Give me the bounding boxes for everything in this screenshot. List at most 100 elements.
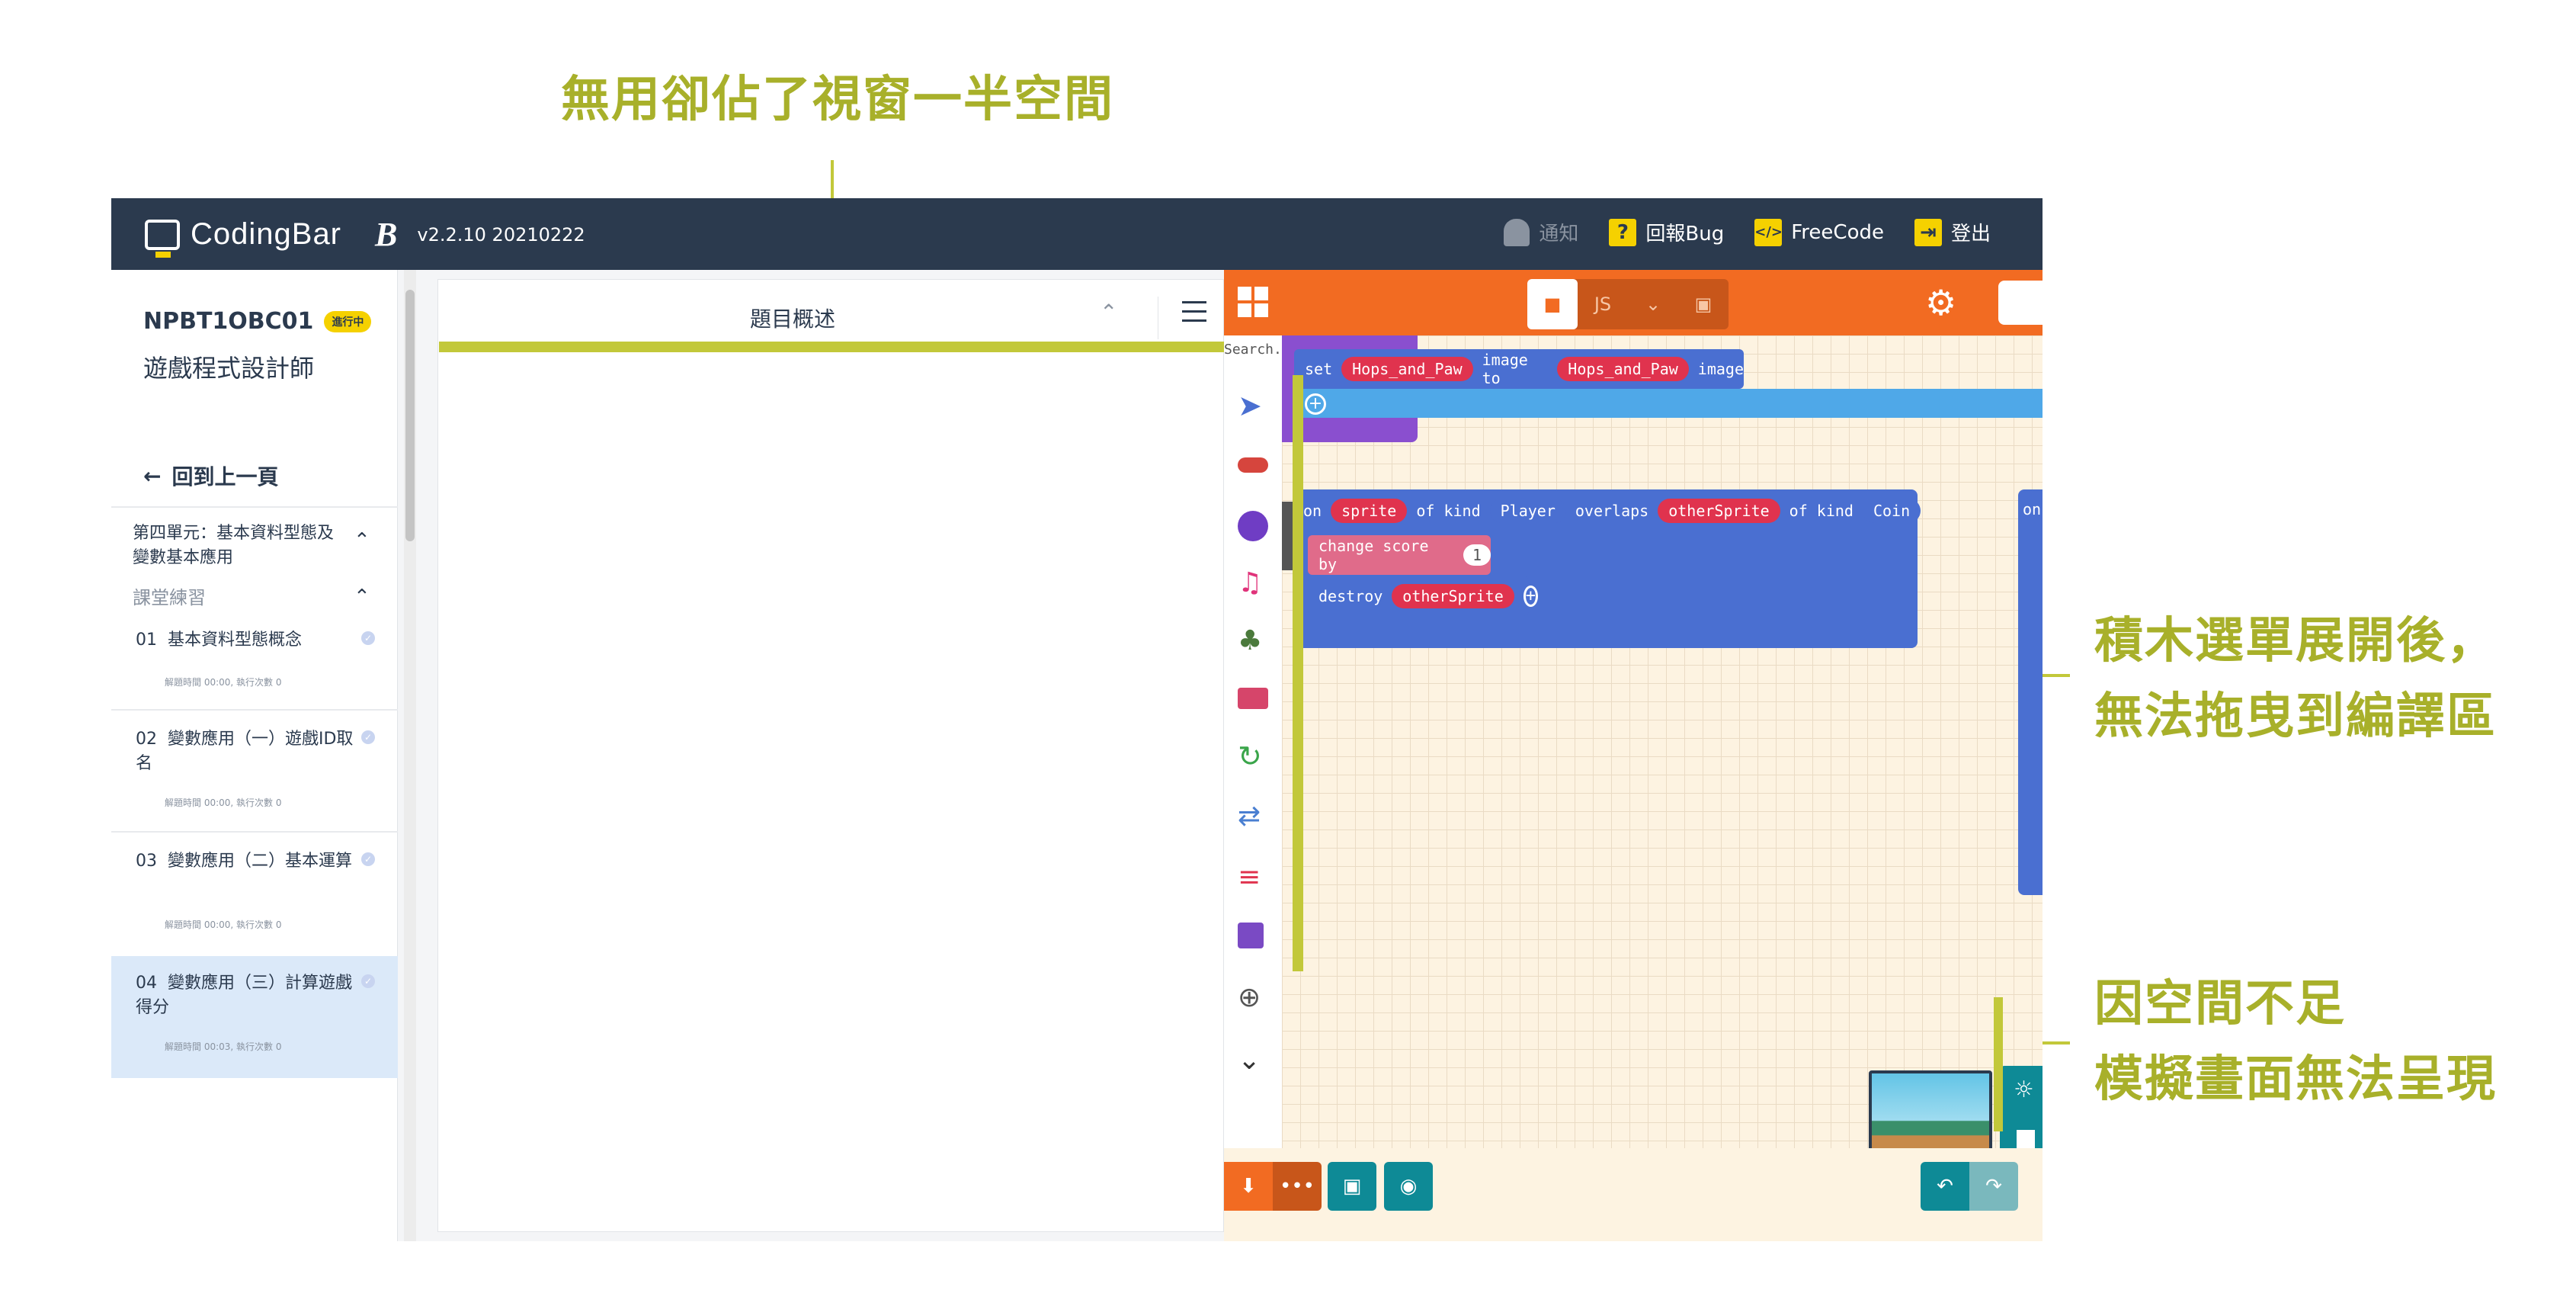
code-icon: </> [1754, 218, 1783, 246]
game-category-icon[interactable] [1238, 511, 1268, 541]
report-bug-label: 回報Bug [1645, 223, 1725, 245]
gear-icon[interactable]: ⚙ [1925, 282, 1956, 323]
chevron-up-icon[interactable]: ⌃ [1100, 300, 1117, 325]
notification-button[interactable]: 通知 [1504, 218, 1578, 246]
language-dropdown-button[interactable]: ⌄ [1628, 279, 1678, 329]
divider [111, 831, 398, 833]
course-code: NPBT1OBC01 進行中 [143, 308, 372, 335]
destroy-block[interactable]: destroy otherSprite + [1308, 576, 1538, 616]
lesson-meta: 解題時間 00:03, 執行次數 0 [165, 1041, 282, 1052]
kind-dropdown[interactable]: Player [1489, 499, 1566, 523]
bell-icon [1504, 218, 1530, 246]
home-grid-icon[interactable] [1238, 287, 1268, 317]
undo-button[interactable]: ↶ [1921, 1162, 1969, 1211]
more-button[interactable]: ••• [1273, 1162, 1322, 1211]
brand-logo[interactable]: CodingBar B v2.2.10 20210222 [145, 215, 585, 258]
image-icon: ▣ [1694, 294, 1713, 315]
change-score-block[interactable]: change score by 1 [1308, 535, 1491, 575]
divider [111, 506, 398, 508]
download-icon: ⬇ [1240, 1175, 1257, 1198]
chevron-up-icon[interactable]: ⌃ [354, 529, 370, 552]
block-footer-bar [1294, 389, 2043, 418]
game-simulator-preview[interactable] [1869, 1070, 1992, 1148]
toolbox-search-input[interactable]: Search... [1224, 342, 1299, 358]
other-sprite-pill[interactable]: otherSprite [1658, 499, 1780, 523]
scene-category-icon[interactable]: ♣ [1238, 625, 1268, 656]
question-icon: ? [1609, 218, 1637, 246]
partial-event-block[interactable]: on [2018, 489, 2043, 895]
lesson-name: 基本資料型態概念 [168, 631, 303, 650]
lesson-name: 變數應用（一）遊戲ID取名 [136, 730, 354, 773]
back-button[interactable]: ← 回到上一頁 [143, 460, 278, 491]
annotation-right-middle-line2: 無法拖曳到編譯區 [2094, 688, 2497, 746]
logout-icon: ⇥ [1914, 218, 1942, 246]
lesson-item-03[interactable]: 03 變數應用（二）基本運算 解題時間 00:00, 執行次數 0 ✓ [111, 834, 398, 955]
set-image-block[interactable]: set Hops_and_Paw image to Hops_and_Paw i… [1294, 349, 1744, 389]
math-category-icon[interactable] [1238, 923, 1264, 948]
save-icon: ▣ [1342, 1175, 1362, 1198]
freecode-button[interactable]: </> FreeCode [1754, 218, 1884, 246]
lesson-title: 03 變數應用（二）基本運算 [136, 849, 354, 874]
logout-button[interactable]: ⇥ 登出 [1914, 218, 1991, 246]
annotation-top: 無用卻佔了視窗一半空間 [561, 72, 1114, 128]
block-workspace[interactable]: set Hops_and_Paw image to Hops_and_Paw i… [1282, 335, 2043, 1148]
block-keyword: set [1305, 360, 1333, 378]
target-pill[interactable]: otherSprite [1392, 584, 1514, 608]
sprites-category-icon[interactable]: ➤ [1238, 389, 1268, 422]
js-icon: JS [1594, 294, 1612, 315]
add-block-icon[interactable]: + [1305, 393, 1326, 415]
annotation-right-bottom-line2: 模擬畫面無法呈現 [2094, 1051, 2497, 1109]
lesson-title: 04 變數應用（三）計算遊戲得分 [136, 971, 354, 1020]
overlap-event-header[interactable]: on sprite of kind Player overlaps otherS… [1293, 489, 1921, 532]
lesson-title: 01 基本資料型態概念 [136, 628, 354, 653]
annotation-right-middle-line1: 積木選單展開後， [2094, 613, 2497, 669]
lesson-item-01[interactable]: 01 基本資料型態概念 解題時間 00:00, 執行次數 0 ✓ [111, 613, 398, 712]
save-button[interactable]: ▣ [1328, 1162, 1376, 1211]
sidebar-scrollbar-thumb[interactable] [405, 290, 415, 541]
redo-button[interactable]: ↷ [1969, 1162, 2018, 1211]
music-category-icon[interactable]: ♫ [1238, 567, 1268, 598]
editor-bottom-bar: ⬇ ••• ▣ ◉ ↶ ↷ [1224, 1148, 2043, 1241]
lesson-item-04[interactable]: 04 變數應用（三）計算遊戲得分 解題時間 00:03, 執行次數 0 ✓ [111, 956, 398, 1078]
brand-name: CodingBar [191, 217, 342, 251]
puzzle-icon: ■ [1543, 294, 1562, 315]
chevron-down-icon[interactable]: ⌄ [1238, 1045, 1268, 1076]
download-button[interactable]: ⬇ [1224, 1162, 1273, 1211]
variable-pill[interactable]: Hops_and_Paw [1341, 357, 1473, 381]
chevron-up-icon[interactable]: ⌃ [354, 586, 370, 608]
kind-dropdown[interactable]: Coin [1862, 499, 1921, 523]
unit-title[interactable]: 第四單元：基本資料型態及 變數基本應用 [133, 521, 338, 570]
annotation-right-bottom-line1: 因空間不足 [2094, 976, 2346, 1032]
lesson-item-02[interactable]: 02 變數應用（一）遊戲ID取名 解題時間 00:00, 執行次數 0 ✓ [111, 712, 398, 833]
codingbar-logo-icon [145, 219, 180, 258]
value-input[interactable]: 1 [1463, 544, 1491, 566]
variable-pill[interactable]: Hops_and_Paw [1557, 357, 1689, 381]
section-label[interactable]: 課堂練習 [133, 582, 206, 609]
sprite-pill[interactable]: sprite [1331, 499, 1408, 523]
course-code-text: NPBT1OBC01 [143, 308, 314, 335]
chevron-down-icon: ⌄ [1645, 294, 1661, 315]
info-category-icon[interactable] [1238, 688, 1268, 709]
block-toolbox: Search... ➤ ♫ ♣ ↻ ⇄ ≡ ⊕ ⌄ [1224, 335, 1299, 1148]
logic-category-icon[interactable]: ⇄ [1238, 801, 1268, 832]
block-keyword: of kind [1416, 502, 1481, 520]
loops-category-icon[interactable]: ↻ [1238, 740, 1268, 773]
variables-category-icon[interactable]: ≡ [1238, 862, 1268, 893]
extensions-category-icon[interactable]: ⊕ [1238, 982, 1268, 1013]
debug-icon[interactable]: ☼ [2014, 1077, 2034, 1103]
lesson-meta: 解題時間 00:00, 執行次數 0 [165, 677, 282, 688]
report-bug-button[interactable]: ? 回報Bug [1609, 218, 1724, 246]
assets-button[interactable]: ▣ [1678, 279, 1729, 329]
controller-category-icon[interactable] [1238, 457, 1268, 473]
javascript-mode-button[interactable]: JS [1578, 279, 1628, 329]
account-avatar[interactable] [1998, 281, 2043, 325]
github-button[interactable]: ◉ [1384, 1162, 1433, 1211]
stop-icon[interactable] [2017, 1130, 2035, 1148]
check-icon: ✓ [361, 631, 375, 645]
block-label: change score by [1318, 537, 1429, 573]
menu-icon[interactable] [1182, 301, 1206, 329]
more-icon: ••• [1279, 1175, 1315, 1198]
app-window: CodingBar B v2.2.10 20210222 通知 ? 回報Bug … [111, 198, 2043, 1241]
add-block-icon[interactable]: + [1523, 586, 1538, 607]
blocks-mode-button[interactable]: ■ [1527, 279, 1578, 329]
